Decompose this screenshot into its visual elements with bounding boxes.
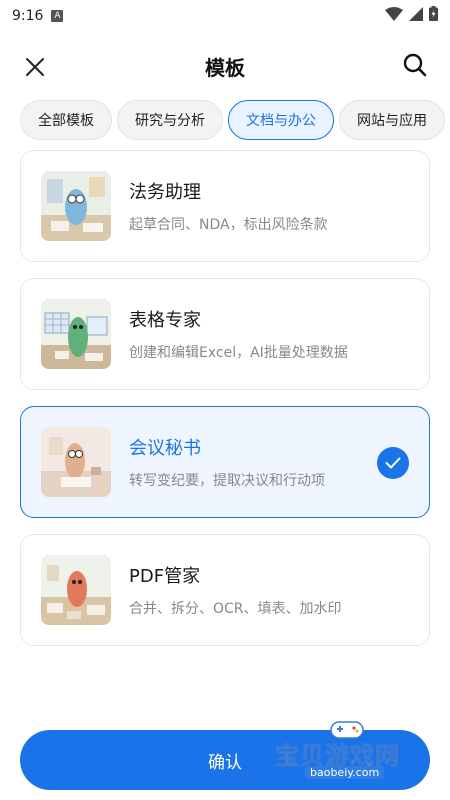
top-app-bar: 模板 <box>0 40 450 92</box>
search-button[interactable] <box>400 50 430 80</box>
card-description: 起草合同、NDA，标出风险条款 <box>129 217 328 233</box>
template-list: 法务助理 起草合同、NDA，标出风险条款 表格专家 创建和编辑Excel，AI批… <box>20 150 430 662</box>
status-icons <box>385 6 438 21</box>
card-text: PDF管家 合并、拆分、OCR、填表、加水印 <box>129 562 342 618</box>
card-description: 合并、拆分、OCR、填表、加水印 <box>129 601 342 617</box>
card-title: 法务助理 <box>129 182 201 203</box>
card-title: PDF管家 <box>129 566 201 587</box>
meeting-secretary-illustration <box>41 427 111 497</box>
card-text: 法务助理 起草合同、NDA，标出风险条款 <box>129 178 328 234</box>
watermark-url: baobeiy.com <box>305 766 385 779</box>
template-card-legal-assistant[interactable]: 法务助理 起草合同、NDA，标出风险条款 <box>20 150 430 262</box>
wifi-icon <box>385 6 403 21</box>
category-tabs: 全部模板 研究与分析 文档与办公 网站与应用 <box>20 100 450 140</box>
card-description: 创建和编辑Excel，AI批量处理数据 <box>129 345 348 361</box>
card-text: 表格专家 创建和编辑Excel，AI批量处理数据 <box>129 306 348 362</box>
card-description: 转写变纪要，提取决议和行动项 <box>129 473 325 489</box>
card-title: 会议秘书 <box>129 438 201 459</box>
spreadsheet-expert-illustration <box>41 299 111 369</box>
template-card-pdf-manager[interactable]: PDF管家 合并、拆分、OCR、填表、加水印 <box>20 534 430 646</box>
card-text: 会议秘书 转写变纪要，提取决议和行动项 <box>129 434 325 490</box>
selected-checkmark-icon <box>377 447 409 479</box>
tab-label: 文档与办公 <box>246 113 316 129</box>
watermark-logo: 宝贝游戏网 baobeiy.com <box>275 718 425 784</box>
tab-web-apps[interactable]: 网站与应用 <box>339 100 445 140</box>
status-bar: 9:16 A <box>0 0 450 32</box>
tab-label: 研究与分析 <box>135 113 205 129</box>
legal-assistant-illustration <box>41 171 111 241</box>
signal-icon <box>409 6 423 21</box>
template-card-spreadsheet-expert[interactable]: 表格专家 创建和编辑Excel，AI批量处理数据 <box>20 278 430 390</box>
search-icon <box>403 53 427 77</box>
template-card-meeting-secretary[interactable]: 会议秘书 转写变纪要，提取决议和行动项 <box>20 406 430 518</box>
notification-icon: A <box>51 10 64 22</box>
tab-all-templates[interactable]: 全部模板 <box>20 100 112 140</box>
card-title: 表格专家 <box>129 310 201 331</box>
status-time: 9:16 <box>12 8 44 24</box>
tab-docs-office[interactable]: 文档与办公 <box>228 100 334 140</box>
pdf-manager-illustration <box>41 555 111 625</box>
tab-label: 全部模板 <box>38 113 94 129</box>
tab-research-analysis[interactable]: 研究与分析 <box>117 100 223 140</box>
page-title: 模板 <box>205 56 245 80</box>
battery-icon <box>429 6 438 21</box>
tab-label: 网站与应用 <box>357 113 427 129</box>
